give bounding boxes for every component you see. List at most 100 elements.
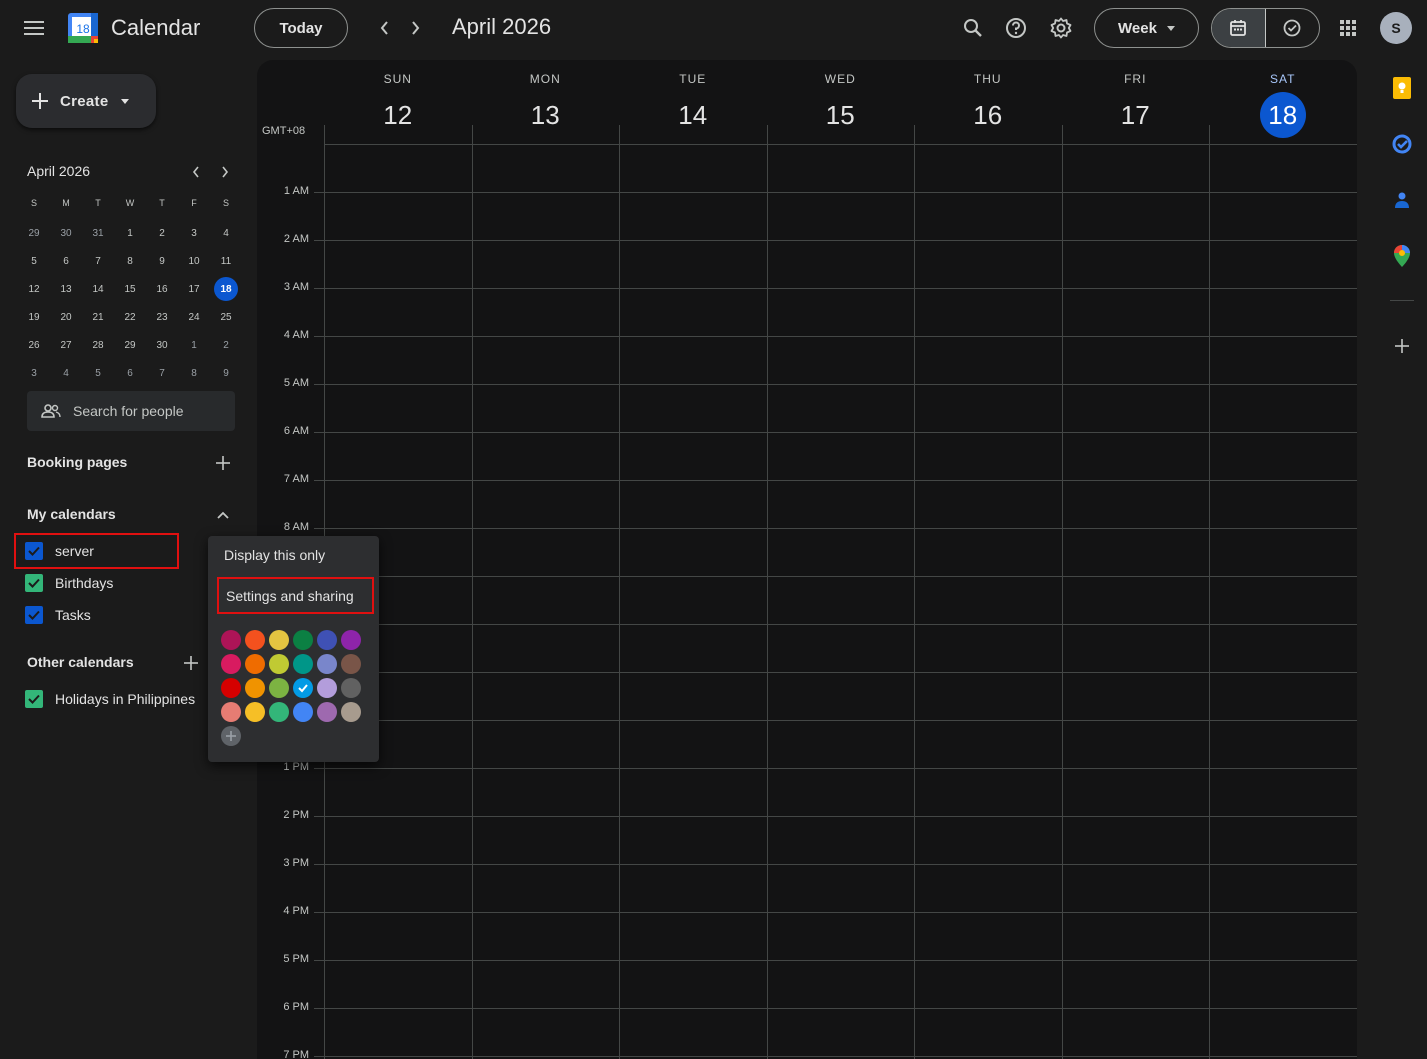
calendar-item-server[interactable]: server (14, 533, 179, 569)
date-number[interactable]: 17 (1112, 92, 1158, 138)
day-header-thu[interactable]: THU 16 (914, 60, 1062, 144)
mini-calendar-day[interactable]: 5 (82, 359, 114, 387)
color-swatch[interactable] (269, 654, 289, 674)
collapse-my-calendars-button[interactable] (209, 501, 237, 529)
mini-calendar-day[interactable]: 29 (18, 219, 50, 247)
mini-calendar-day[interactable]: 5 (18, 247, 50, 275)
tasks-button[interactable] (1386, 128, 1418, 160)
color-swatch[interactable] (269, 630, 289, 650)
today-date-number[interactable]: 18 (1259, 92, 1306, 138)
booking-pages-heading[interactable]: Booking pages (27, 454, 127, 470)
day-header-fri[interactable]: FRI 17 (1062, 60, 1210, 144)
color-swatch[interactable] (245, 678, 265, 698)
calendar-checkbox[interactable] (25, 690, 43, 708)
settings-button[interactable] (1041, 8, 1081, 48)
mini-calendar-day[interactable]: 12 (18, 275, 50, 303)
color-swatch[interactable] (245, 654, 265, 674)
date-number[interactable]: 15 (817, 92, 863, 138)
color-swatch[interactable] (269, 678, 289, 698)
calendar-item-birthdays[interactable]: Birthdays (16, 567, 113, 599)
mini-calendar-day[interactable]: 30 (146, 331, 178, 359)
mini-calendar-day[interactable]: 21 (82, 303, 114, 331)
color-swatch[interactable] (341, 630, 361, 650)
mini-calendar-day[interactable]: 25 (210, 303, 242, 331)
account-avatar[interactable]: S (1380, 12, 1412, 44)
color-swatch[interactable] (293, 702, 313, 722)
calendar-checkbox[interactable] (25, 574, 43, 592)
settings-and-sharing-option[interactable]: Settings and sharing (217, 577, 374, 614)
color-swatch[interactable] (293, 654, 313, 674)
calendar-checkbox[interactable] (25, 606, 43, 624)
day-header-sat[interactable]: SAT 18 (1209, 60, 1357, 144)
mini-calendar-day[interactable]: 16 (146, 275, 178, 303)
add-addon-button[interactable] (1386, 330, 1418, 362)
date-number[interactable]: 16 (965, 92, 1011, 138)
week-grid[interactable] (314, 125, 1357, 1059)
mini-calendar-day[interactable]: 17 (178, 275, 210, 303)
mini-calendar-day[interactable]: 28 (82, 331, 114, 359)
tasks-view-toggle[interactable] (1266, 9, 1320, 47)
other-calendars-heading[interactable]: Other calendars (27, 654, 134, 670)
mini-calendar-day[interactable]: 4 (50, 359, 82, 387)
mini-calendar-day[interactable]: 6 (114, 359, 146, 387)
date-number[interactable]: 13 (522, 92, 568, 138)
day-header-tue[interactable]: TUE 14 (619, 60, 767, 144)
mini-calendar-day[interactable]: 8 (114, 247, 146, 275)
today-button[interactable]: Today (254, 8, 348, 48)
color-swatch[interactable] (317, 630, 337, 650)
mini-calendar-day[interactable]: 7 (82, 247, 114, 275)
mini-calendar-day[interactable]: 3 (178, 219, 210, 247)
google-apps-button[interactable] (1328, 8, 1368, 48)
mini-calendar-day[interactable]: 26 (18, 331, 50, 359)
mini-calendar-prev-button[interactable] (184, 160, 208, 184)
mini-calendar-day[interactable]: 20 (50, 303, 82, 331)
color-swatch[interactable] (221, 630, 241, 650)
calendar-item-holidays[interactable]: Holidays in Philippines (16, 683, 195, 715)
add-custom-color-button[interactable] (221, 726, 241, 746)
color-swatch[interactable] (317, 654, 337, 674)
calendar-view-toggle[interactable] (1212, 9, 1266, 47)
maps-button[interactable] (1386, 240, 1418, 272)
next-week-button[interactable] (400, 12, 432, 44)
keep-button[interactable] (1386, 72, 1418, 104)
mini-calendar-day[interactable]: 4 (210, 219, 242, 247)
mini-calendar-day[interactable]: 2 (146, 219, 178, 247)
color-swatch[interactable] (245, 702, 265, 722)
mini-calendar-next-button[interactable] (213, 160, 237, 184)
mini-calendar-day[interactable]: 19 (18, 303, 50, 331)
mini-calendar-day[interactable]: 13 (50, 275, 82, 303)
previous-week-button[interactable] (368, 12, 400, 44)
mini-calendar-day[interactable]: 1 (114, 219, 146, 247)
color-swatch[interactable] (221, 654, 241, 674)
day-header-mon[interactable]: MON 13 (472, 60, 620, 144)
calendar-checkbox[interactable] (25, 542, 43, 560)
mini-calendar-day[interactable]: 11 (210, 247, 242, 275)
mini-calendar-day[interactable]: 3 (18, 359, 50, 387)
mini-calendar-day[interactable]: 23 (146, 303, 178, 331)
color-swatch[interactable] (269, 702, 289, 722)
mini-calendar-day[interactable]: 8 (178, 359, 210, 387)
display-this-only-option[interactable]: Display this only (224, 547, 325, 563)
color-swatch[interactable] (245, 630, 265, 650)
my-calendars-heading[interactable]: My calendars (27, 506, 116, 522)
add-booking-page-button[interactable] (209, 449, 237, 477)
calendar-logo-icon[interactable]: 18 (67, 12, 99, 44)
main-menu-button[interactable] (14, 8, 54, 48)
mini-calendar-day[interactable]: 24 (178, 303, 210, 331)
mini-calendar-day[interactable]: 22 (114, 303, 146, 331)
help-button[interactable] (996, 8, 1036, 48)
mini-calendar-day[interactable]: 29 (114, 331, 146, 359)
search-people-input[interactable]: Search for people (27, 391, 235, 431)
mini-calendar-today[interactable]: 18 (210, 275, 242, 303)
create-button[interactable]: Create (16, 74, 156, 128)
mini-calendar-day[interactable]: 10 (178, 247, 210, 275)
color-swatch[interactable] (221, 678, 241, 698)
date-number[interactable]: 12 (375, 92, 421, 138)
date-number[interactable]: 14 (670, 92, 716, 138)
mini-calendar-day[interactable]: 14 (82, 275, 114, 303)
day-header-sun[interactable]: SUN 12 (324, 60, 472, 144)
mini-calendar-day[interactable]: 31 (82, 219, 114, 247)
color-swatch[interactable] (221, 702, 241, 722)
mini-calendar-day[interactable]: 9 (146, 247, 178, 275)
color-swatch[interactable] (341, 654, 361, 674)
